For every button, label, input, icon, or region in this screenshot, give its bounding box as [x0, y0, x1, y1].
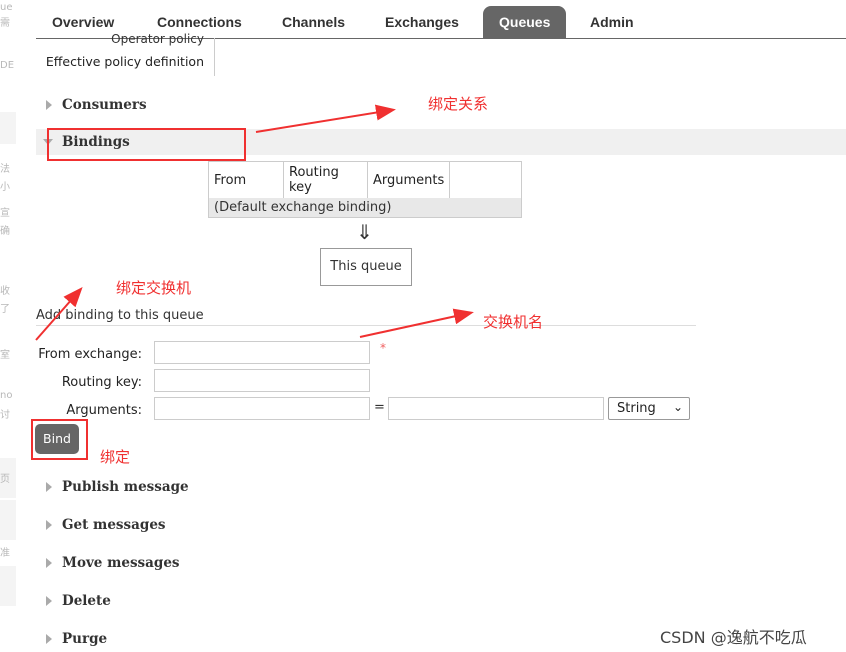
section-delete[interactable]: Delete [36, 588, 846, 614]
section-title: Delete [62, 593, 111, 609]
background-block [0, 112, 16, 144]
background-text: ue [0, 2, 13, 13]
section-title: Get messages [62, 517, 166, 533]
section-move-messages[interactable]: Move messages [36, 550, 846, 576]
annotation-exchange-name: 交换机名 [483, 313, 544, 331]
arguments-label: Arguments: [66, 403, 142, 418]
background-text: no [0, 390, 13, 401]
expand-arrow-icon [46, 482, 52, 492]
chevron-down-icon: ⌄ [672, 400, 683, 414]
tab-exchanges[interactable]: Exchanges [385, 6, 459, 38]
annotation-box-bind-button [31, 419, 88, 460]
add-binding-title: Add binding to this queue [36, 308, 204, 323]
annotation-box-bindings [47, 128, 246, 161]
default-binding-cell: (Default exchange binding) [208, 198, 522, 218]
background-block [0, 566, 16, 606]
section-title: Move messages [62, 555, 180, 571]
background-block [0, 500, 16, 540]
routing-key-input[interactable] [154, 369, 370, 392]
argument-key-input[interactable] [154, 397, 370, 420]
table-row: (Default exchange binding) [208, 198, 522, 218]
bindings-table: From Routing key Arguments (Default exch… [208, 161, 522, 218]
divider [36, 325, 696, 326]
section-title: Publish message [62, 479, 189, 495]
column-header: From [208, 161, 284, 198]
policy-table: Operator policy Effective policy definit… [36, 32, 215, 76]
operator-policy-label: Operator policy [111, 32, 204, 46]
tab-queues[interactable]: Queues [483, 6, 567, 38]
expand-arrow-icon [46, 558, 52, 568]
expand-arrow-icon [46, 520, 52, 530]
background-text: 小 [0, 182, 10, 193]
section-title: Consumers [62, 97, 147, 113]
background-text: 法 [0, 164, 10, 175]
csdn-watermark: CSDN @逸航不吃瓜 [660, 628, 807, 647]
background-page-strip: ue 需 DE 法 小 宣 确 收 了 室 no 讨 页 准 [0, 0, 16, 652]
background-text: 收 [0, 286, 10, 297]
argument-value-input[interactable] [388, 397, 604, 420]
effective-policy-label: Effective policy definition [45, 54, 204, 69]
required-mark: * [380, 341, 386, 355]
table-header-row: From Routing key Arguments [208, 161, 522, 198]
background-text: 需 [0, 18, 10, 29]
expand-arrow-icon [46, 100, 52, 110]
background-text: 确 [0, 226, 10, 237]
select-value: String [617, 401, 656, 416]
down-arrow-icon: ⇓ [356, 220, 373, 244]
tab-channels[interactable]: Channels [282, 6, 345, 38]
section-title: Purge [62, 631, 108, 647]
expand-arrow-icon [46, 634, 52, 644]
section-get-messages[interactable]: Get messages [36, 512, 846, 538]
this-queue-box: This queue [320, 248, 412, 286]
expand-arrow-icon [46, 596, 52, 606]
annotation-bind: 绑定 [100, 448, 131, 466]
background-text: DE [0, 60, 15, 71]
column-header: Arguments [367, 161, 451, 198]
from-exchange-label: From exchange: [38, 347, 142, 362]
equals-sign: = [374, 400, 385, 415]
argument-type-select[interactable]: String ⌄ [608, 397, 690, 420]
column-header: Routing key [283, 161, 368, 198]
background-text: 了 [0, 304, 10, 315]
background-text: 准 [0, 548, 10, 559]
tab-admin[interactable]: Admin [590, 6, 634, 38]
section-publish-message[interactable]: Publish message [36, 474, 846, 500]
column-header [449, 161, 522, 198]
routing-key-label: Routing key: [61, 375, 142, 390]
tab-overview[interactable]: Overview [52, 6, 114, 38]
annotation-bind-exchange: 绑定交换机 [116, 279, 192, 297]
from-exchange-input[interactable] [154, 341, 370, 364]
background-text: 宣 [0, 208, 10, 219]
background-text: 页 [0, 474, 10, 485]
annotation-bind-relation: 绑定关系 [428, 95, 489, 113]
